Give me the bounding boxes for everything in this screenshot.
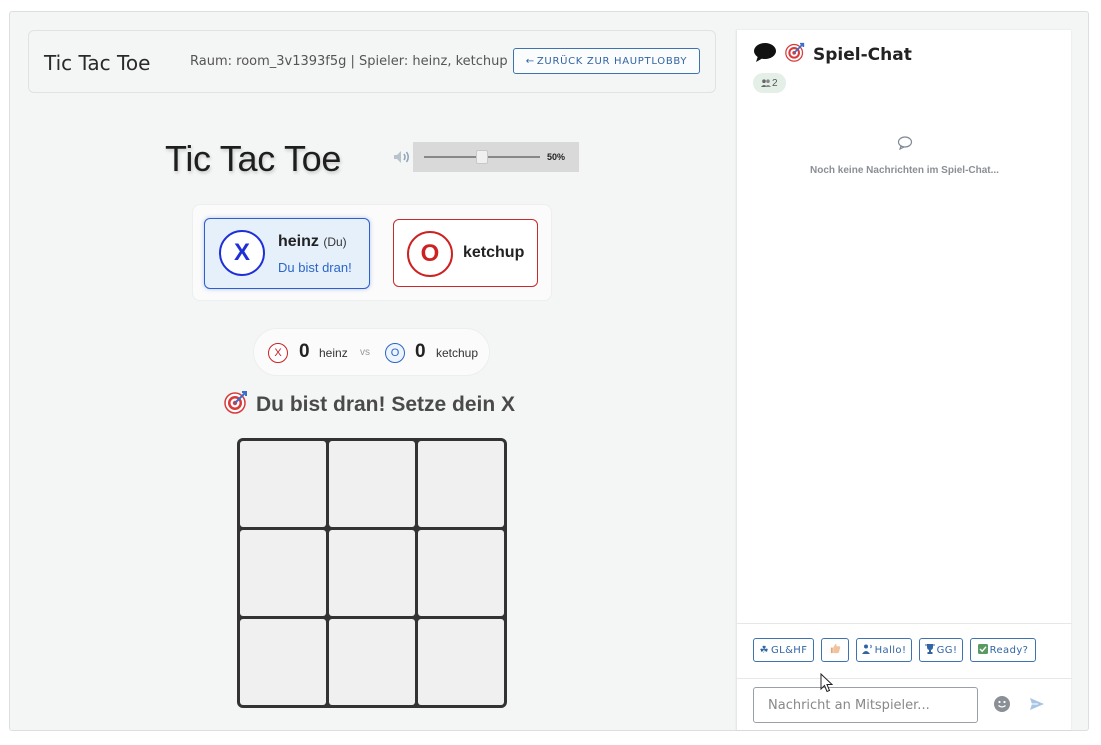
player-o-mark: O: [407, 231, 453, 277]
top-bar: Tic Tac Toe Raum: room_3v1393f5g | Spiel…: [28, 30, 716, 93]
game-status-text: Du bist dran! Setze dein X: [256, 393, 516, 416]
score-x-value: 0: [299, 341, 310, 362]
speech-bubble-icon: [753, 42, 777, 67]
online-count: 2: [772, 77, 778, 89]
board-cell[interactable]: [329, 619, 415, 705]
users-icon: [761, 79, 771, 87]
score-vs: vs: [360, 347, 370, 358]
quick-reply-ready-label: Ready?: [989, 644, 1029, 656]
player-o-name: ketchup: [463, 244, 525, 261]
players-panel: X heinz (Du) Du bist dran! O ketchup: [192, 204, 552, 301]
you-tag: (Du): [323, 235, 347, 249]
target-icon: [224, 390, 248, 420]
chat-message-input[interactable]: [753, 687, 978, 723]
chat-panel: Spiel-Chat 2 Noch keine Nachrichten im S…: [736, 30, 1072, 730]
quick-reply-gg-label: GG!: [936, 644, 958, 656]
volume-percent: 50%: [547, 152, 566, 162]
quick-reply-glhf-button[interactable]: ☘ GL&HF: [753, 638, 814, 662]
chat-divider: [737, 623, 1072, 624]
quick-reply-ready-button[interactable]: Ready?: [970, 638, 1036, 662]
quick-reply-hallo-label: Hallo!: [874, 644, 907, 656]
back-to-lobby-button[interactable]: ← ZURÜCK ZUR HAUPTLOBBY: [513, 48, 700, 74]
room-info: Raum: room_3v1393f5g | Spieler: heinz, k…: [190, 54, 508, 69]
score-x-mark: X: [268, 343, 288, 363]
board-cell[interactable]: [240, 619, 326, 705]
board-cell[interactable]: [240, 530, 326, 616]
check-box-icon: [977, 643, 988, 657]
player-x-name: heinz: [278, 233, 319, 250]
chat-empty-text: Noch keine Nachrichten im Spiel-Chat...: [810, 165, 999, 176]
score-x-name: heinz: [319, 346, 348, 360]
quick-reply-gg-button[interactable]: GG!: [919, 638, 963, 662]
board-cell[interactable]: [329, 441, 415, 527]
game-board: [237, 438, 507, 708]
score-o-mark: O: [385, 343, 405, 363]
send-icon[interactable]: [1029, 697, 1045, 716]
game-title: Tic Tac Toe: [165, 138, 342, 179]
chat-bubble-icon: [897, 136, 913, 155]
game-status: Du bist dran! Setze dein X: [224, 390, 515, 420]
chat-header: Spiel-Chat: [753, 42, 912, 67]
volume-slider-thumb[interactable]: [476, 150, 488, 164]
back-to-lobby-label: ZURÜCK ZUR HAUPTLOBBY: [536, 55, 688, 67]
chat-title: Spiel-Chat: [813, 44, 912, 65]
quick-reply-glhf-label: GL&HF: [770, 644, 808, 656]
waving-person-icon: [861, 644, 873, 657]
clover-icon: ☘: [759, 644, 769, 656]
emoji-icon[interactable]: [994, 696, 1010, 712]
board-cell[interactable]: [240, 441, 326, 527]
score-o-value: 0: [415, 341, 426, 362]
player-card-x: X heinz (Du) Du bist dran!: [204, 218, 370, 289]
board-cell[interactable]: [418, 441, 504, 527]
quick-reply-hallo-button[interactable]: Hallo!: [856, 638, 912, 662]
scoreboard: X 0 heinz vs O 0 ketchup: [253, 328, 490, 376]
board-cell[interactable]: [418, 619, 504, 705]
quick-reply-thumbs-up-button[interactable]: [821, 638, 849, 662]
brand-title: Tic Tac Toe: [44, 51, 151, 75]
board-cell[interactable]: [418, 530, 504, 616]
board-cell[interactable]: [329, 530, 415, 616]
trophy-icon: [924, 643, 935, 657]
volume-control[interactable]: 50%: [392, 142, 579, 172]
score-o-name: ketchup: [436, 346, 479, 360]
player-x-mark: X: [219, 230, 265, 276]
mouse-cursor-icon: [820, 672, 834, 698]
thumbs-up-icon: [830, 643, 841, 657]
player-x-turn-text: Du bist dran!: [278, 260, 352, 275]
online-count-badge: 2: [753, 73, 786, 93]
player-x-name-row: heinz (Du): [278, 233, 347, 251]
speaker-icon[interactable]: [393, 150, 411, 169]
chat-divider: [737, 678, 1072, 679]
arrow-left-icon: ←: [525, 55, 535, 67]
target-icon: [785, 42, 805, 67]
player-card-o: O ketchup: [393, 219, 538, 287]
